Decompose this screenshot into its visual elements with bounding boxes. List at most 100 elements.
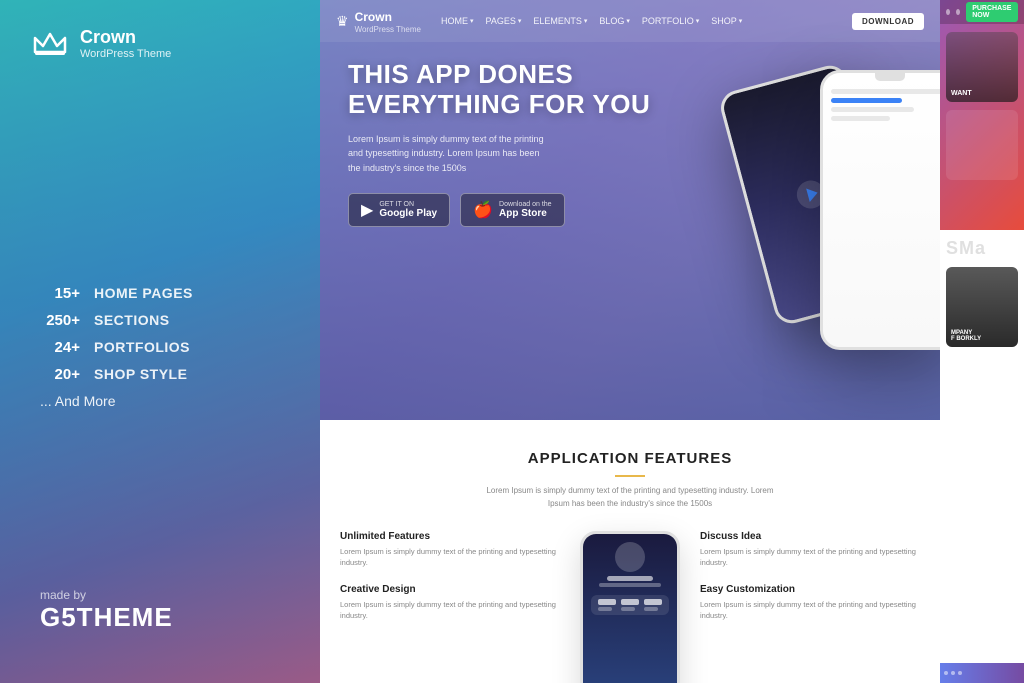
google-play-button[interactable]: ▶ GET IT ON Google Play bbox=[348, 193, 450, 227]
phone-stat-num-2 bbox=[621, 599, 639, 605]
app-store-text: Download on the App Store bbox=[499, 201, 552, 219]
rp-purchase-button[interactable]: PURCHASE NOW bbox=[966, 2, 1018, 22]
rp-dot-2 bbox=[956, 9, 960, 15]
rp-big-text: SMa bbox=[946, 238, 1018, 259]
phone-stat-1 bbox=[598, 599, 616, 611]
features-right-column: Discuss Idea Lorem Ipsum is simply dummy… bbox=[700, 531, 920, 622]
phone-secondary-screen bbox=[823, 73, 940, 347]
logo-text: Crown WordPress Theme bbox=[80, 28, 171, 60]
nav-link-portfolio[interactable]: PORTFOLIO ▾ bbox=[642, 16, 699, 26]
nav-links: HOME ▾ PAGES ▾ ELEMENTS ▾ BLOG ▾ PORTFOL… bbox=[441, 16, 852, 26]
app-store-get-label: Download on the bbox=[499, 201, 552, 208]
hero-title-line2: EVERYTHING FOR YOU bbox=[348, 90, 650, 120]
feature-text-unlimited: Lorem Ipsum is simply dummy text of the … bbox=[340, 546, 560, 569]
rp-card2 bbox=[946, 110, 1018, 180]
nav-logo-title: Crown bbox=[355, 10, 392, 24]
google-play-get-label: GET IT ON bbox=[379, 201, 437, 208]
features-grid: Unlimited Features Lorem Ipsum is simply… bbox=[340, 531, 920, 683]
phone-secondary-mockup bbox=[820, 70, 940, 350]
screen-line-3 bbox=[831, 116, 890, 121]
google-play-text: GET IT ON Google Play bbox=[379, 201, 437, 219]
features-phone-mockup bbox=[580, 531, 680, 683]
stat-row-portfolios: 24+ PORTFOLIOS bbox=[40, 339, 193, 356]
nav-logo-text-wrap: Crown WordPress Theme bbox=[355, 8, 421, 34]
stat-number-homepages: 15+ bbox=[40, 285, 80, 302]
chevron-down-icon: ▾ bbox=[696, 17, 700, 25]
left-panel: Crown WordPress Theme 15+ HOME PAGES 250… bbox=[0, 0, 320, 683]
stat-row-sections: 250+ SECTIONS bbox=[40, 312, 193, 329]
phone-name-bar bbox=[607, 576, 654, 581]
phone-notch bbox=[875, 73, 905, 81]
rp-nav-dot-3 bbox=[958, 671, 962, 675]
stat-number-shopstyle: 20+ bbox=[40, 366, 80, 383]
right-panel-bottom: SMa MPANYF BORKLY bbox=[940, 230, 1024, 683]
crown-logo-icon bbox=[30, 29, 70, 59]
rp-card1-image: WANT bbox=[946, 32, 1018, 102]
phone-stat-num-3 bbox=[644, 599, 662, 605]
made-by-section: made by G5THEME bbox=[40, 588, 173, 633]
stat-row-homepages: 15+ HOME PAGES bbox=[40, 285, 193, 302]
stat-more: ... And More bbox=[40, 393, 193, 409]
features-phone-screen bbox=[583, 534, 677, 683]
feature-text-creative: Lorem Ipsum is simply dummy text of the … bbox=[340, 599, 560, 622]
nav-logo: ♛ Crown WordPress Theme bbox=[336, 8, 421, 34]
nav-link-elements[interactable]: ELEMENTS ▾ bbox=[533, 16, 587, 26]
rp-card3-text: MPANYF BORKLY bbox=[951, 330, 981, 342]
feature-name-unlimited: Unlimited Features bbox=[340, 531, 560, 542]
stat-number-portfolios: 24+ bbox=[40, 339, 80, 356]
chevron-down-icon: ▾ bbox=[470, 17, 474, 25]
phone-stat-lbl-1 bbox=[598, 607, 612, 611]
app-store-button[interactable]: 🍎 Download on the App Store bbox=[460, 193, 564, 227]
phone-stat-2 bbox=[621, 599, 639, 611]
nav-link-pages[interactable]: PAGES ▾ bbox=[485, 16, 521, 26]
phone-screen-content bbox=[823, 81, 940, 129]
made-by-brand: G5THEME bbox=[40, 602, 173, 633]
phone-stat-lbl-3 bbox=[644, 607, 658, 611]
right-panel: PURCHASE NOW WANT SMa MPANYF BORKLY bbox=[940, 0, 1024, 683]
feature-text-discuss: Lorem Ipsum is simply dummy text of the … bbox=[700, 546, 920, 569]
rp-card1-text: WANT bbox=[951, 90, 972, 97]
features-title: APPLICATION FEATURES bbox=[340, 450, 920, 467]
phone-stats-bar bbox=[591, 595, 669, 615]
stat-row-shopstyle: 20+ SHOP STYLE bbox=[40, 366, 193, 383]
logo-subtitle: WordPress Theme bbox=[80, 48, 171, 60]
made-by-label: made by bbox=[40, 588, 173, 602]
chevron-down-icon: ▾ bbox=[739, 17, 743, 25]
phone-sub-bar bbox=[599, 583, 661, 587]
rp-nav-dot-1 bbox=[944, 671, 948, 675]
features-description: Lorem Ipsum is simply dummy text of the … bbox=[480, 485, 780, 511]
chevron-down-icon: ▾ bbox=[584, 17, 588, 25]
phone-stat-3 bbox=[644, 599, 662, 611]
stats-list: 15+ HOME PAGES 250+ SECTIONS 24+ PORTFOL… bbox=[40, 285, 193, 409]
rp-nav-bar bbox=[940, 663, 1024, 683]
nav-download-button[interactable]: DOWNLOAD bbox=[852, 13, 924, 30]
screen-line-blue bbox=[831, 98, 902, 103]
nav-link-home[interactable]: HOME ▾ bbox=[441, 16, 474, 26]
rp-card3-image: MPANYF BORKLY bbox=[946, 267, 1018, 347]
chevron-down-icon: ▾ bbox=[626, 17, 630, 25]
feature-name-easy: Easy Customization bbox=[700, 584, 920, 595]
stat-label-sections: SECTIONS bbox=[94, 312, 170, 328]
right-panel-top: PURCHASE NOW WANT bbox=[940, 0, 1024, 230]
google-play-name: Google Play bbox=[379, 208, 437, 219]
rp-card1: WANT bbox=[946, 32, 1018, 102]
phone-stat-lbl-2 bbox=[621, 607, 635, 611]
features-left-column: Unlimited Features Lorem Ipsum is simply… bbox=[340, 531, 560, 622]
google-play-icon: ▶ bbox=[361, 200, 373, 220]
feature-name-creative: Creative Design bbox=[340, 584, 560, 595]
hero-description: Lorem Ipsum is simply dummy text of the … bbox=[348, 132, 548, 175]
nav-logo-subtitle: WordPress Theme bbox=[355, 26, 421, 34]
features-phone-center bbox=[570, 531, 690, 683]
browser-mockup: ♛ Crown WordPress Theme HOME ▾ PAGES ▾ E… bbox=[320, 0, 940, 683]
nav-link-blog[interactable]: BLOG ▾ bbox=[599, 16, 630, 26]
stat-label-homepages: HOME PAGES bbox=[94, 285, 193, 301]
nav-crown-icon: ♛ bbox=[336, 13, 349, 30]
feature-name-discuss: Discuss Idea bbox=[700, 531, 920, 542]
stat-label-shopstyle: SHOP STYLE bbox=[94, 366, 187, 382]
chevron-down-icon: ▾ bbox=[518, 17, 522, 25]
phone-avatar bbox=[615, 542, 645, 572]
hero-section: ♛ Crown WordPress Theme HOME ▾ PAGES ▾ E… bbox=[320, 0, 940, 420]
features-section: APPLICATION FEATURES Lorem Ipsum is simp… bbox=[320, 420, 940, 683]
hero-title: THIS APP DONES EVERYTHING FOR YOU bbox=[348, 60, 650, 120]
nav-link-shop[interactable]: SHOP ▾ bbox=[711, 16, 742, 26]
